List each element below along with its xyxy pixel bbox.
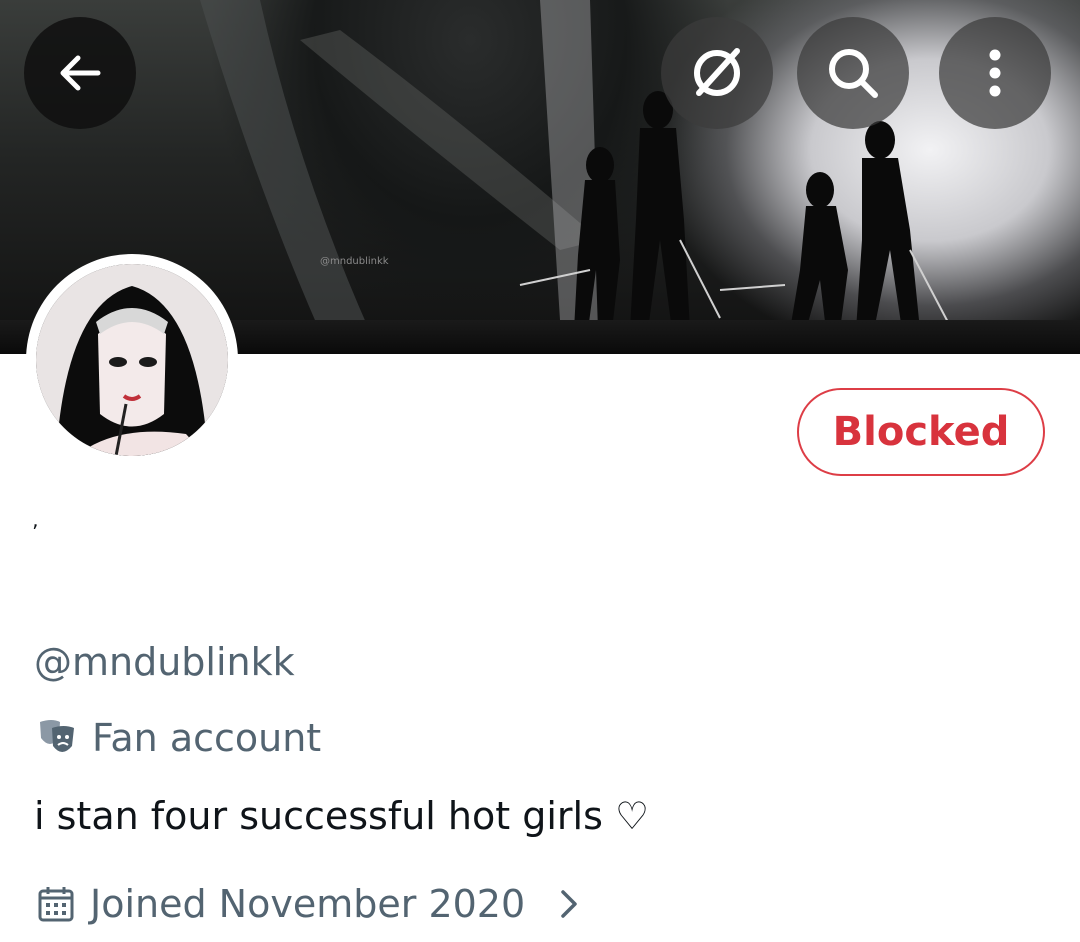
joined-date-link[interactable]: Joined November 2020 (36, 882, 583, 926)
profile-handle: @mndublinkk (34, 640, 295, 684)
avatar[interactable] (26, 254, 238, 466)
more-button[interactable] (939, 17, 1051, 129)
back-button[interactable] (24, 17, 136, 129)
profile-bio: i stan four successful hot girls ♡ (34, 794, 650, 838)
profile-category: Fan account (36, 716, 321, 760)
search-button[interactable] (797, 17, 909, 129)
grok-icon (694, 48, 740, 96)
arrow-left-icon (60, 55, 101, 91)
banner-watermark: @mndublinkk (320, 256, 389, 267)
display-name: ʼ (32, 520, 39, 544)
search-icon (829, 49, 878, 98)
calendar-icon (38, 887, 74, 922)
avatar-image (36, 264, 228, 456)
theater-masks-icon (40, 720, 74, 752)
joined-date: Joined November 2020 (90, 882, 526, 926)
category-label: Fan account (92, 716, 322, 760)
chevron-right-icon (561, 890, 577, 918)
more-vertical-icon (989, 49, 1001, 97)
blocked-button[interactable]: Blocked (797, 388, 1045, 476)
grok-button[interactable] (661, 17, 773, 129)
